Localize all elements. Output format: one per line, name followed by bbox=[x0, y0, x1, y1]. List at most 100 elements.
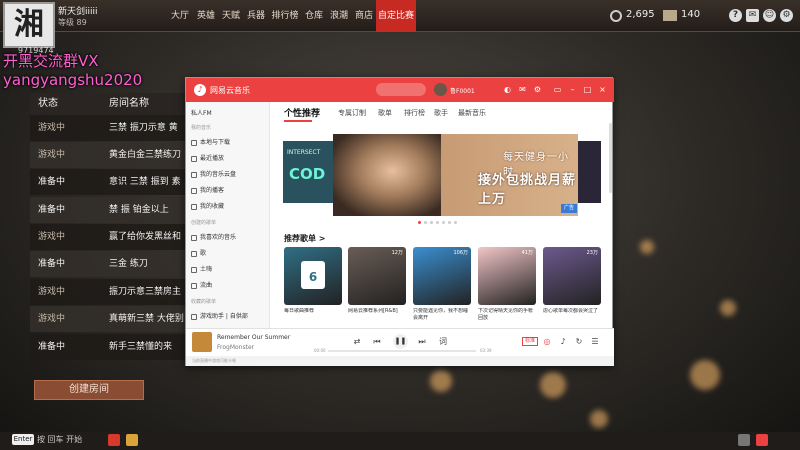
nav-shop[interactable]: 商店 bbox=[352, 0, 376, 32]
tab-artists[interactable]: 歌手 bbox=[434, 108, 448, 118]
table-row[interactable]: 游戏中 黄金白金三禁练刀 bbox=[30, 142, 190, 168]
room-name: 禁 振 铂金以上 bbox=[109, 205, 169, 215]
header-status: 状态 bbox=[30, 93, 105, 115]
nav-talents[interactable]: 天赋 bbox=[219, 0, 243, 32]
music-user-avatar[interactable] bbox=[434, 83, 447, 96]
quality-badge[interactable]: 标准 bbox=[522, 337, 539, 346]
table-row[interactable]: 准备中 三金 练刀 bbox=[30, 251, 190, 277]
carousel-dot[interactable] bbox=[454, 221, 457, 224]
recommended-playlists-title[interactable]: 推荐歌单 > bbox=[284, 233, 326, 244]
playlist-label[interactable]: 网易云推荐系列[R&B] bbox=[348, 308, 406, 322]
tab-personal[interactable]: 个性推荐 bbox=[284, 106, 320, 119]
sidebar-item-playlist[interactable]: 歌 bbox=[191, 248, 206, 257]
sidebar-item-playlist[interactable]: 土嗨 bbox=[191, 264, 212, 273]
sidebar-item-local[interactable]: 本地与下载 bbox=[191, 137, 230, 146]
music-username[interactable]: 鲁F0001 bbox=[450, 86, 475, 95]
nav-leaderboard[interactable]: 排行榜 bbox=[270, 0, 300, 32]
room-name: 三禁 振刀示意 黄 bbox=[109, 123, 178, 133]
carousel-dot[interactable] bbox=[418, 221, 421, 224]
playlist-label[interactable]: 虐心歌单每次都会哭泣了 bbox=[543, 308, 601, 322]
sidebar-item-favorites[interactable]: 我的收藏 bbox=[191, 201, 224, 210]
sidebar-item-label: 我的音乐云盘 bbox=[200, 171, 237, 178]
table-row[interactable]: 游戏中 赢了给你发黑丝和 bbox=[30, 224, 190, 250]
carousel-dot[interactable] bbox=[442, 221, 445, 224]
progress-bar[interactable] bbox=[328, 350, 476, 352]
mail-icon[interactable]: ✉ bbox=[517, 84, 528, 95]
carousel-dot[interactable] bbox=[436, 221, 439, 224]
carousel-dot[interactable] bbox=[424, 221, 427, 224]
avatar[interactable]: 湘 bbox=[3, 2, 55, 48]
bokeh-light bbox=[720, 300, 736, 316]
tab-underline bbox=[284, 120, 312, 122]
playlist-cover[interactable]: 6 bbox=[284, 247, 342, 305]
table-row[interactable]: 游戏中 三禁 振刀示意 黄 bbox=[30, 115, 190, 141]
friends-icon[interactable]: ☺ bbox=[763, 9, 776, 22]
lyrics-icon[interactable]: 词 bbox=[438, 336, 448, 348]
table-row[interactable]: 游戏中 振刀示意三禁房主 bbox=[30, 279, 190, 305]
sidebar-item-podcast[interactable]: 我的播客 bbox=[191, 185, 224, 194]
sidebar-item-liked[interactable]: 我喜欢的音乐 bbox=[191, 232, 236, 241]
settings-icon[interactable]: ⚙ bbox=[532, 84, 543, 95]
close-icon[interactable]: × bbox=[597, 84, 608, 95]
carousel-dot[interactable] bbox=[430, 221, 433, 224]
tab-new-music[interactable]: 最新音乐 bbox=[458, 108, 486, 118]
table-row[interactable]: 准备中 禁 振 铂金以上 bbox=[30, 197, 190, 223]
banner-main[interactable]: 每天健身一小时 接外包挑战月薪上万 广告 bbox=[333, 134, 578, 216]
now-playing-artist[interactable]: FrogMonster bbox=[217, 344, 254, 351]
nav-wave[interactable]: 浪潮 bbox=[327, 0, 351, 32]
mail-icon[interactable]: ✉ bbox=[746, 9, 759, 22]
table-row[interactable]: 游戏中 真萌新三禁 大佬别 bbox=[30, 306, 190, 332]
carousel-dot[interactable] bbox=[448, 221, 451, 224]
music-app-title: 网易云音乐 bbox=[210, 86, 250, 95]
taskbar-app-icon[interactable] bbox=[108, 434, 120, 446]
loop-icon[interactable]: ↻ bbox=[574, 336, 584, 348]
tab-playlists[interactable]: 歌单 bbox=[378, 108, 392, 118]
taskbar-app-icon[interactable] bbox=[126, 434, 138, 446]
previous-icon[interactable]: ⏮ bbox=[372, 336, 382, 348]
chat-icon[interactable] bbox=[738, 434, 750, 446]
table-row[interactable]: 准备中 意识 三禁 振到 素 bbox=[30, 169, 190, 195]
content-scrollbar[interactable] bbox=[609, 123, 612, 193]
settings-icon[interactable]: ⚙ bbox=[780, 9, 793, 22]
sidebar-item-collected[interactable]: 游戏助手 | 自供部 bbox=[191, 311, 248, 320]
playlist-cover[interactable]: 106万 bbox=[413, 247, 471, 305]
skin-icon[interactable]: ◐ bbox=[502, 84, 513, 95]
tab-charts[interactable]: 排行榜 bbox=[404, 108, 425, 118]
star-icon bbox=[191, 203, 197, 210]
tab-custom[interactable]: 专属订制 bbox=[338, 108, 366, 118]
bokeh-light bbox=[540, 372, 566, 398]
sidebar-item-recent[interactable]: 最近播放 bbox=[191, 153, 224, 162]
now-playing-song[interactable]: Remember Our Summer bbox=[217, 334, 290, 341]
sound-effect-icon[interactable]: ◎ bbox=[542, 336, 552, 348]
playlist-cover[interactable]: 12万 bbox=[348, 247, 406, 305]
playlist-label[interactable]: 每日歌曲推荐 bbox=[284, 308, 342, 322]
volume-icon[interactable]: ♪ bbox=[558, 336, 568, 348]
playlist-cover[interactable]: 23万 bbox=[543, 247, 601, 305]
nav-lobby[interactable]: 大厅 bbox=[168, 0, 192, 32]
minimize-icon[interactable]: – bbox=[567, 84, 578, 95]
sidebar-item-playlist[interactable]: 流曲 bbox=[191, 280, 212, 289]
help-icon[interactable]: ? bbox=[729, 9, 742, 22]
playlist-queue-icon[interactable]: ☰ bbox=[590, 336, 600, 348]
table-row[interactable]: 准备中 新手三禁懂的来 bbox=[30, 334, 190, 360]
maximize-icon[interactable]: □ bbox=[582, 84, 593, 95]
create-room-button[interactable]: 创建房间 bbox=[34, 380, 144, 400]
playlist-label[interactable]: 下次记得晴天见你的手帐回放 bbox=[478, 308, 536, 322]
music-sidebar bbox=[186, 102, 270, 328]
playlist-label[interactable]: 只要能遇见你，我不想睡会离开 bbox=[413, 308, 471, 322]
bottom-bar bbox=[0, 432, 800, 450]
now-playing-cover[interactable] bbox=[192, 332, 212, 352]
nav-weapons[interactable]: 兵器 bbox=[244, 0, 268, 32]
play-pause-button[interactable]: ❚❚ bbox=[393, 334, 408, 349]
nav-custom-match[interactable]: 自定比赛 bbox=[376, 0, 416, 32]
next-icon[interactable]: ⏭ bbox=[417, 336, 427, 348]
music-search-input[interactable] bbox=[376, 83, 426, 96]
sidebar-item-fm[interactable]: 私人FM bbox=[191, 108, 212, 117]
playlist-cover[interactable]: 41万 bbox=[478, 247, 536, 305]
netease-tray-icon[interactable] bbox=[756, 434, 768, 446]
sidebar-item-cloud[interactable]: 我的音乐云盘 bbox=[191, 169, 236, 178]
mini-mode-icon[interactable]: ▭ bbox=[552, 84, 563, 95]
shuffle-icon[interactable]: ⇄ bbox=[352, 336, 362, 348]
nav-storage[interactable]: 仓库 bbox=[302, 0, 326, 32]
nav-heroes[interactable]: 英雄 bbox=[194, 0, 218, 32]
